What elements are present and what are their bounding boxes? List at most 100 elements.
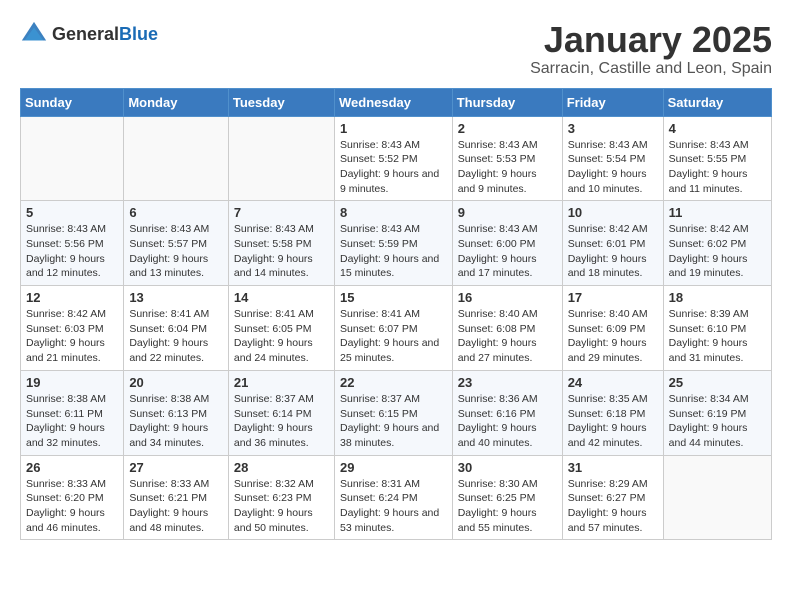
day-info: Sunrise: 8:43 AMSunset: 5:53 PMDaylight:… [458, 138, 557, 197]
calendar-cell: 12Sunrise: 8:42 AMSunset: 6:03 PMDayligh… [21, 286, 124, 371]
logo: GeneralBlue [20, 20, 158, 48]
calendar-week-row: 12Sunrise: 8:42 AMSunset: 6:03 PMDayligh… [21, 286, 772, 371]
day-number: 11 [669, 205, 766, 220]
day-info: Sunrise: 8:29 AMSunset: 6:27 PMDaylight:… [568, 477, 658, 536]
calendar-cell: 5 Sunrise: 8:43 AMSunset: 5:56 PMDaylight… [21, 201, 124, 286]
day-info: Sunrise: 8:37 AMSunset: 6:14 PMDaylight:… [234, 392, 329, 451]
day-number: 18 [669, 290, 766, 305]
calendar-cell: 25 Sunrise: 8:34 AMSunset: 6:19 PMDayligh… [663, 370, 771, 455]
day-number: 4 [669, 121, 766, 136]
day-info: Sunrise: 8:35 AMSunset: 6:18 PMDaylight:… [568, 392, 658, 451]
calendar-cell: 17 Sunrise: 8:40 AMSunset: 6:09 PMDayligh… [562, 286, 663, 371]
day-number: 25 [669, 375, 766, 390]
calendar-table: SundayMondayTuesdayWednesdayThursdayFrid… [20, 88, 772, 541]
day-number: 23 [458, 375, 557, 390]
day-info: Sunrise: 8:32 AMSunset: 6:23 PMDaylight:… [234, 477, 329, 536]
calendar-cell: 3 Sunrise: 8:43 AMSunset: 5:54 PMDaylight… [562, 116, 663, 201]
day-number: 27 [129, 460, 223, 475]
day-number: 22 [340, 375, 447, 390]
calendar-cell: 7 Sunrise: 8:43 AMSunset: 5:58 PMDaylight… [228, 201, 334, 286]
calendar-cell: 14Sunrise: 8:41 AMSunset: 6:05 PMDayligh… [228, 286, 334, 371]
day-info: Sunrise: 8:43 AMSunset: 5:59 PMDaylight:… [340, 222, 447, 281]
day-info: Sunrise: 8:40 AMSunset: 6:09 PMDaylight:… [568, 307, 658, 366]
day-number: 29 [340, 460, 447, 475]
logo-text: GeneralBlue [52, 24, 158, 45]
calendar-cell: 30Sunrise: 8:30 AMSunset: 6:25 PMDayligh… [452, 455, 562, 540]
day-number: 16 [458, 290, 557, 305]
day-info: Sunrise: 8:43 AMSunset: 6:00 PMDaylight:… [458, 222, 557, 281]
day-info: Sunrise: 8:43 AMSunset: 5:52 PMDaylight:… [340, 138, 447, 197]
day-number: 31 [568, 460, 658, 475]
day-number: 17 [568, 290, 658, 305]
calendar-week-row: 5 Sunrise: 8:43 AMSunset: 5:56 PMDaylight… [21, 201, 772, 286]
calendar-cell: 1 Sunrise: 8:43 AMSunset: 5:52 PMDaylight… [334, 116, 452, 201]
calendar-cell [124, 116, 229, 201]
calendar-cell: 22 Sunrise: 8:37 AMSunset: 6:15 PMDayligh… [334, 370, 452, 455]
weekday-header: Monday [124, 88, 229, 116]
day-number: 7 [234, 205, 329, 220]
day-number: 21 [234, 375, 329, 390]
calendar-cell: 8 Sunrise: 8:43 AMSunset: 5:59 PMDaylight… [334, 201, 452, 286]
day-info: Sunrise: 8:40 AMSunset: 6:08 PMDaylight:… [458, 307, 557, 366]
day-info: Sunrise: 8:38 AMSunset: 6:13 PMDaylight:… [129, 392, 223, 451]
day-number: 2 [458, 121, 557, 136]
day-number: 1 [340, 121, 447, 136]
calendar-cell: 20Sunrise: 8:38 AMSunset: 6:13 PMDayligh… [124, 370, 229, 455]
calendar-header-row: SundayMondayTuesdayWednesdayThursdayFrid… [21, 88, 772, 116]
day-number: 15 [340, 290, 447, 305]
calendar-cell: 6 Sunrise: 8:43 AMSunset: 5:57 PMDaylight… [124, 201, 229, 286]
calendar-cell: 2 Sunrise: 8:43 AMSunset: 5:53 PMDaylight… [452, 116, 562, 201]
day-info: Sunrise: 8:42 AMSunset: 6:01 PMDaylight:… [568, 222, 658, 281]
day-info: Sunrise: 8:43 AMSunset: 5:58 PMDaylight:… [234, 222, 329, 281]
day-number: 8 [340, 205, 447, 220]
calendar-cell: 16 Sunrise: 8:40 AMSunset: 6:08 PMDayligh… [452, 286, 562, 371]
day-info: Sunrise: 8:41 AMSunset: 6:04 PMDaylight:… [129, 307, 223, 366]
weekday-header: Thursday [452, 88, 562, 116]
calendar-cell: 18 Sunrise: 8:39 AMSunset: 6:10 PMDayligh… [663, 286, 771, 371]
day-number: 10 [568, 205, 658, 220]
calendar-cell: 9Sunrise: 8:43 AMSunset: 6:00 PMDaylight… [452, 201, 562, 286]
day-info: Sunrise: 8:31 AMSunset: 6:24 PMDaylight:… [340, 477, 447, 536]
day-info: Sunrise: 8:36 AMSunset: 6:16 PMDaylight:… [458, 392, 557, 451]
calendar-week-row: 19Sunrise: 8:38 AMSunset: 6:11 PMDayligh… [21, 370, 772, 455]
calendar-cell [21, 116, 124, 201]
calendar-week-row: 1 Sunrise: 8:43 AMSunset: 5:52 PMDaylight… [21, 116, 772, 201]
day-info: Sunrise: 8:37 AMSunset: 6:15 PMDaylight:… [340, 392, 447, 451]
day-info: Sunrise: 8:43 AMSunset: 5:57 PMDaylight:… [129, 222, 223, 281]
calendar-week-row: 26Sunrise: 8:33 AMSunset: 6:20 PMDayligh… [21, 455, 772, 540]
calendar-cell: 15 Sunrise: 8:41 AMSunset: 6:07 PMDayligh… [334, 286, 452, 371]
calendar-cell: 31 Sunrise: 8:29 AMSunset: 6:27 PMDayligh… [562, 455, 663, 540]
day-info: Sunrise: 8:30 AMSunset: 6:25 PMDaylight:… [458, 477, 557, 536]
calendar-cell [228, 116, 334, 201]
calendar-cell: 4Sunrise: 8:43 AMSunset: 5:55 PMDaylight… [663, 116, 771, 201]
calendar-cell: 28 Sunrise: 8:32 AMSunset: 6:23 PMDayligh… [228, 455, 334, 540]
main-title: January 2025 [530, 20, 772, 60]
day-info: Sunrise: 8:42 AMSunset: 6:02 PMDaylight:… [669, 222, 766, 281]
calendar-cell: 26Sunrise: 8:33 AMSunset: 6:20 PMDayligh… [21, 455, 124, 540]
calendar-cell: 29 Sunrise: 8:31 AMSunset: 6:24 PMDayligh… [334, 455, 452, 540]
calendar-cell [663, 455, 771, 540]
weekday-header: Sunday [21, 88, 124, 116]
day-number: 5 [26, 205, 118, 220]
weekday-header: Saturday [663, 88, 771, 116]
day-info: Sunrise: 8:34 AMSunset: 6:19 PMDaylight:… [669, 392, 766, 451]
calendar-cell: 21 Sunrise: 8:37 AMSunset: 6:14 PMDayligh… [228, 370, 334, 455]
calendar-cell: 13Sunrise: 8:41 AMSunset: 6:04 PMDayligh… [124, 286, 229, 371]
day-info: Sunrise: 8:43 AMSunset: 5:56 PMDaylight:… [26, 222, 118, 281]
day-info: Sunrise: 8:41 AMSunset: 6:07 PMDaylight:… [340, 307, 447, 366]
day-info: Sunrise: 8:41 AMSunset: 6:05 PMDaylight:… [234, 307, 329, 366]
calendar-cell: 11 Sunrise: 8:42 AMSunset: 6:02 PMDayligh… [663, 201, 771, 286]
weekday-header: Wednesday [334, 88, 452, 116]
day-info: Sunrise: 8:39 AMSunset: 6:10 PMDaylight:… [669, 307, 766, 366]
day-number: 28 [234, 460, 329, 475]
day-number: 24 [568, 375, 658, 390]
day-info: Sunrise: 8:43 AMSunset: 5:54 PMDaylight:… [568, 138, 658, 197]
title-area: January 2025 Sarracin, Castille and Leon… [530, 20, 772, 78]
day-number: 6 [129, 205, 223, 220]
logo-icon [20, 20, 48, 48]
logo-general: General [52, 24, 119, 44]
day-info: Sunrise: 8:38 AMSunset: 6:11 PMDaylight:… [26, 392, 118, 451]
day-info: Sunrise: 8:33 AMSunset: 6:20 PMDaylight:… [26, 477, 118, 536]
calendar-cell: 10 Sunrise: 8:42 AMSunset: 6:01 PMDayligh… [562, 201, 663, 286]
day-number: 3 [568, 121, 658, 136]
